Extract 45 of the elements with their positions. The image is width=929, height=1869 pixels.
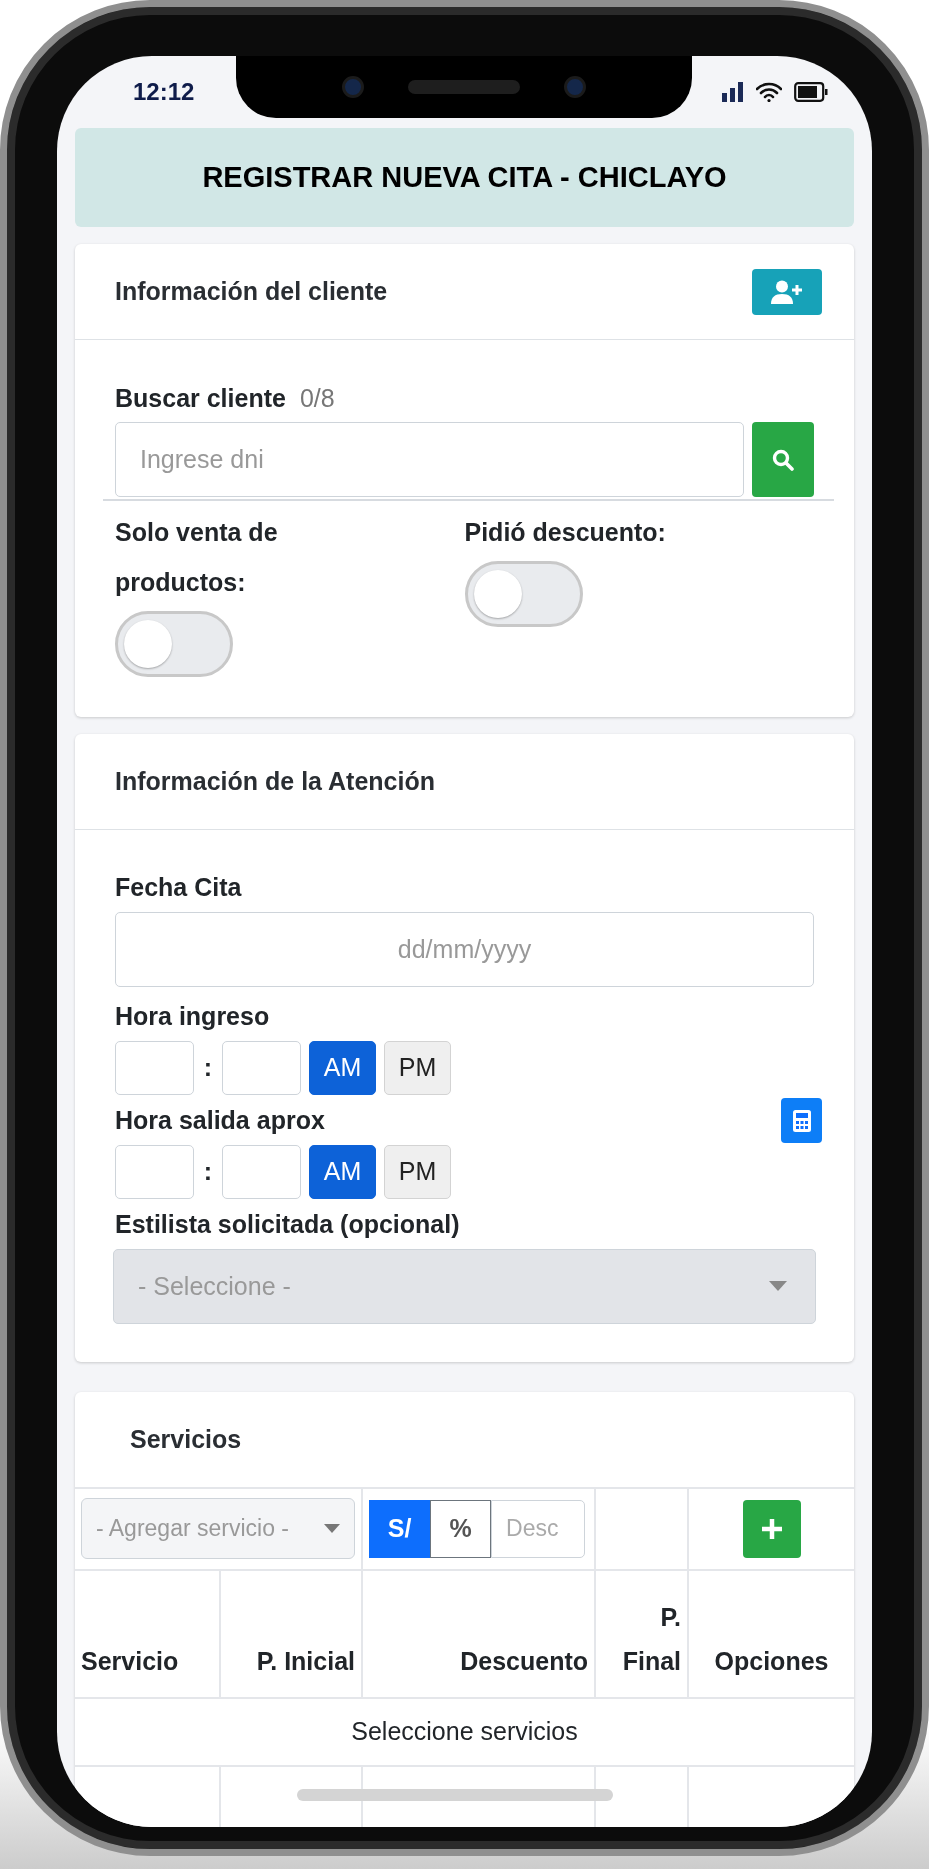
plus-icon	[760, 1517, 783, 1540]
minute-field[interactable]	[222, 1040, 301, 1095]
discount-mode-button[interactable]: %	[430, 1499, 491, 1558]
field-label: Buscar cliente	[115, 383, 286, 413]
card-title: Servicios	[130, 1424, 242, 1454]
toggle-label: Pidió descuento:	[464, 516, 667, 548]
caret-icon	[769, 1281, 787, 1291]
search-button[interactable]	[752, 422, 814, 497]
add-client-button[interactable]	[752, 268, 822, 315]
date-field[interactable]: dd/mm/yyyy	[115, 911, 814, 987]
user-plus-icon	[771, 279, 803, 304]
dni-search-field[interactable]: Ingrese dni	[115, 422, 744, 497]
period-button[interactable]: PM	[384, 1144, 451, 1199]
add-service-button[interactable]	[742, 1499, 801, 1558]
minute-field[interactable]	[222, 1144, 301, 1199]
card-title: Información de la Atención	[115, 766, 435, 796]
calculator-button[interactable]	[781, 1098, 822, 1143]
column-header: P. Inicial	[220, 1569, 362, 1698]
page-title: REGISTRAR NUEVA CITA - CHICLAYO	[202, 161, 727, 194]
time-separator: :	[202, 1053, 214, 1082]
column-header: Servicio	[75, 1569, 220, 1698]
period-button[interactable]: PM	[384, 1040, 451, 1095]
field-label: Hora salida aprox	[115, 1106, 325, 1135]
hour-field[interactable]	[115, 1144, 194, 1199]
field-label: Fecha Cita	[115, 873, 242, 902]
card-title: Información del cliente	[115, 277, 388, 306]
discount-mode-button[interactable]: S/	[369, 1499, 430, 1558]
search-icon	[772, 448, 794, 471]
character-counter: 0/8	[299, 383, 335, 413]
discount-field[interactable]: Desc	[491, 1499, 585, 1558]
period-button[interactable]: AM	[309, 1040, 376, 1095]
field-label: Hora ingreso	[115, 1002, 270, 1031]
column-header: Descuento	[362, 1569, 595, 1698]
field-label: Estilista solicitada (opcional)	[115, 1210, 460, 1239]
toggle-label: Solo venta de productos:	[115, 516, 279, 598]
battery-icon	[794, 82, 828, 102]
wifi-icon	[756, 82, 782, 102]
status-time: 12:12	[133, 78, 195, 106]
caret-icon	[324, 1524, 340, 1533]
period-button[interactable]: AM	[309, 1144, 376, 1199]
signal-icon	[722, 82, 744, 102]
hour-field[interactable]	[115, 1040, 194, 1095]
calculator-icon	[792, 1109, 811, 1132]
empty-table-message: Seleccione servicios	[75, 1697, 854, 1766]
time-separator: :	[202, 1157, 214, 1186]
